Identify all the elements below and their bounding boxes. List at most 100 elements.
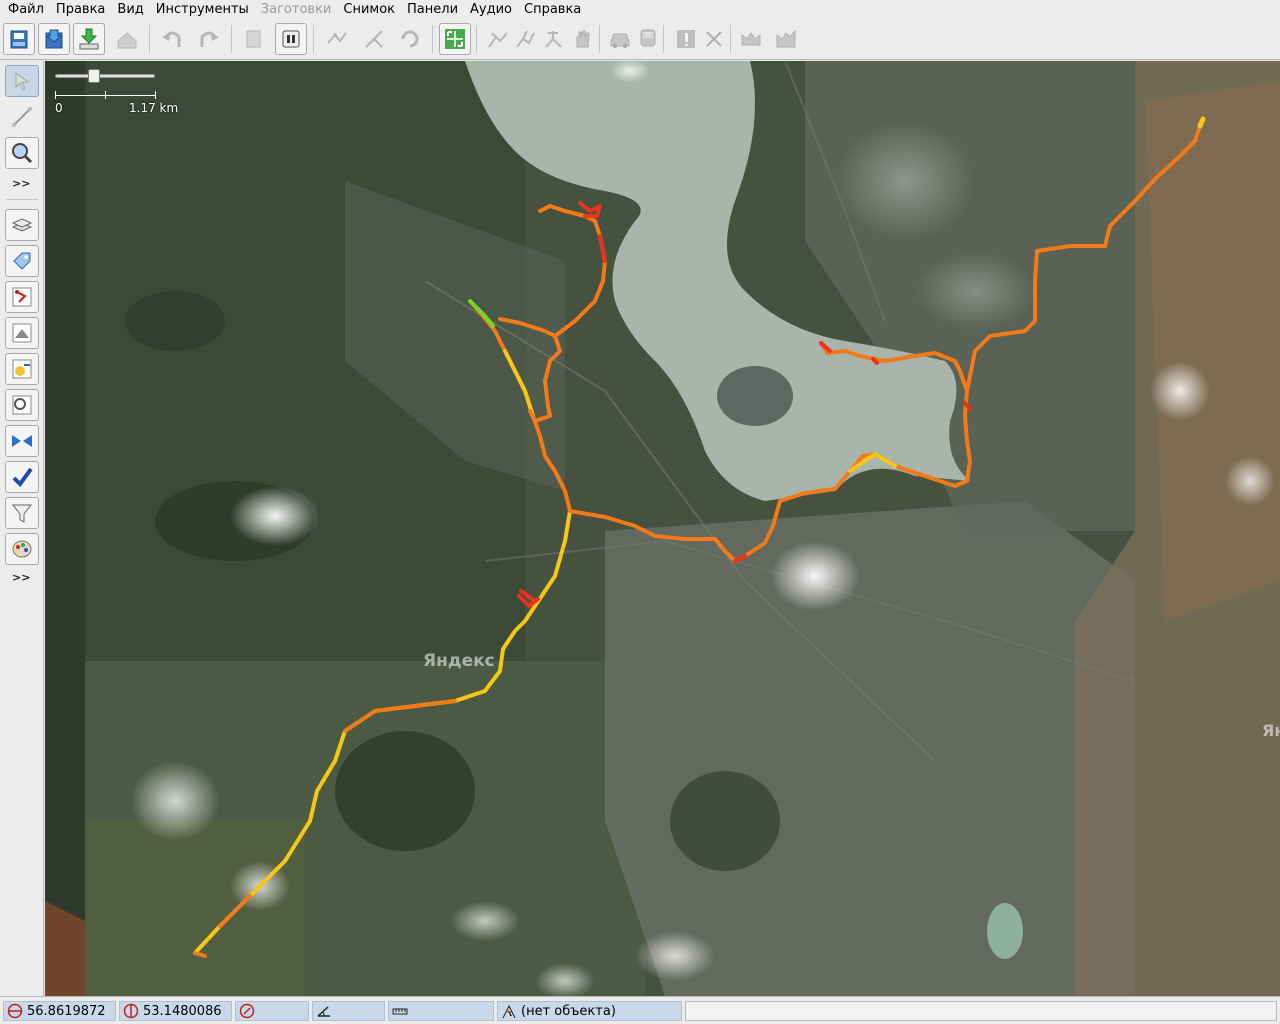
- longitude-icon: [122, 1002, 140, 1020]
- combine-way-icon: [365, 30, 383, 48]
- ruler-icon: [391, 1002, 409, 1020]
- distance-field: [388, 1001, 494, 1021]
- delete-icon: [706, 31, 722, 47]
- more-tools-toggle[interactable]: >>: [12, 177, 30, 190]
- compass-icon: [238, 1002, 256, 1020]
- main-toolbar: [0, 20, 1280, 60]
- hand-icon: [576, 30, 590, 48]
- scale-zero-label: 0: [55, 101, 63, 115]
- reverse-way-button[interactable]: [394, 23, 426, 55]
- selection-button[interactable]: [5, 317, 39, 349]
- draw-line-icon: [12, 107, 32, 127]
- profile-icon: [776, 29, 796, 48]
- zoom-tool-icon: [12, 143, 33, 164]
- toolbar-separator: [663, 25, 664, 53]
- menu-3[interactable]: Инструменты: [150, 0, 255, 20]
- longitude-value: 53.1480086: [143, 1003, 222, 1019]
- menu-bar: Файл Правка Вид Инструменты Заготовки Снимок П…: [0, 0, 1280, 20]
- download-button[interactable]: [73, 23, 105, 55]
- menu-2[interactable]: Вид: [111, 0, 149, 20]
- open-location-button[interactable]: [38, 23, 70, 55]
- scale-bar-tick: [155, 91, 156, 99]
- zoom-slider[interactable]: [55, 69, 155, 83]
- status-bar: 56.8619872 53.1480086 (нет объекта): [0, 996, 1280, 1024]
- open-file-button[interactable]: [3, 23, 35, 55]
- car-icon: [610, 33, 630, 48]
- preferences-button[interactable]: [275, 23, 307, 55]
- conflicts-icon: [12, 395, 32, 415]
- zoom-tool-button[interactable]: [5, 137, 39, 169]
- latitude-field: 56.8619872: [3, 1001, 116, 1021]
- scale-distance-label: 1.17 km: [129, 101, 179, 115]
- layers-icon: [11, 218, 33, 232]
- tags-button[interactable]: [5, 245, 39, 277]
- menu-6[interactable]: Панели: [401, 0, 464, 20]
- bike-icon: [545, 31, 562, 48]
- map-watermark: Яндекс: [423, 651, 495, 671]
- map-paint-icon: [12, 540, 32, 558]
- crown-button[interactable]: [735, 23, 767, 55]
- zoom-to-fit-button[interactable]: [439, 23, 471, 55]
- info-icon: [677, 30, 695, 48]
- menu-4[interactable]: Заготовки: [255, 0, 338, 20]
- zoom-to-fit-icon: [445, 29, 465, 49]
- map-view[interactable]: 0 1.17 km Яндекс Янс: [45, 61, 1280, 996]
- selection-icon: [12, 323, 32, 343]
- download-icon: [79, 28, 99, 50]
- crown-icon: [741, 32, 761, 46]
- latitude-icon: [6, 1002, 24, 1020]
- history-icon: [12, 359, 32, 379]
- profile-button[interactable]: [770, 23, 802, 55]
- filter-icon: [11, 504, 33, 523]
- scale-bar-tick: [105, 91, 106, 99]
- copy-button[interactable]: [238, 23, 270, 55]
- layers-button[interactable]: [5, 209, 39, 241]
- toolbar-separator: [231, 25, 232, 53]
- relations-icon: [12, 287, 32, 307]
- copy-icon: [246, 30, 261, 48]
- validation-icon: [12, 467, 33, 488]
- relations-button[interactable]: [5, 281, 39, 313]
- left-toolbar: >> >>: [0, 61, 44, 996]
- scale-bar-tick: [55, 91, 56, 99]
- select-tool-icon: [15, 72, 30, 91]
- menu-7[interactable]: Аудио: [464, 0, 518, 20]
- delete-button[interactable]: [698, 23, 730, 55]
- open-file-icon: [10, 30, 28, 49]
- filter-button[interactable]: [5, 497, 39, 529]
- combine-way-button[interactable]: [358, 23, 390, 55]
- redo-button[interactable]: [193, 23, 225, 55]
- split-way-icon: [327, 32, 347, 44]
- hand-button[interactable]: [566, 23, 598, 55]
- select-tool-button[interactable]: [5, 65, 39, 97]
- redo-icon: [200, 31, 219, 47]
- map-watermark-right: Янс: [1262, 721, 1280, 740]
- toolbar-separator: [432, 25, 433, 53]
- validation-button[interactable]: [5, 461, 39, 493]
- map-paint-button[interactable]: [5, 533, 39, 565]
- toolbar-separator: [6, 199, 38, 200]
- menu-1[interactable]: Правка: [50, 0, 111, 20]
- draw-line-button[interactable]: [5, 101, 39, 133]
- help-text-field: [685, 1001, 1277, 1021]
- history-button[interactable]: [5, 353, 39, 385]
- reverse-way-icon: [401, 30, 419, 48]
- zoom-slider-thumb[interactable]: [88, 69, 100, 83]
- more-panels-toggle[interactable]: >>: [12, 571, 30, 584]
- run-icon: [516, 30, 535, 48]
- object-value: (нет объекта): [521, 1003, 616, 1019]
- angle-field: [312, 1001, 385, 1021]
- undo-button[interactable]: [156, 23, 188, 55]
- bus-button[interactable]: [632, 23, 664, 55]
- upload-button[interactable]: [111, 23, 143, 55]
- merge-button[interactable]: [5, 425, 39, 457]
- menu-5[interactable]: Снимок: [337, 0, 401, 20]
- bus-icon: [640, 29, 656, 47]
- toolbar-separator: [599, 25, 600, 53]
- satellite-imagery: [45, 61, 1280, 996]
- conflicts-button[interactable]: [5, 389, 39, 421]
- menu-8[interactable]: Справка: [518, 0, 587, 20]
- split-way-button[interactable]: [321, 23, 353, 55]
- toolbar-separator: [476, 25, 477, 53]
- menu-0[interactable]: Файл: [2, 0, 50, 20]
